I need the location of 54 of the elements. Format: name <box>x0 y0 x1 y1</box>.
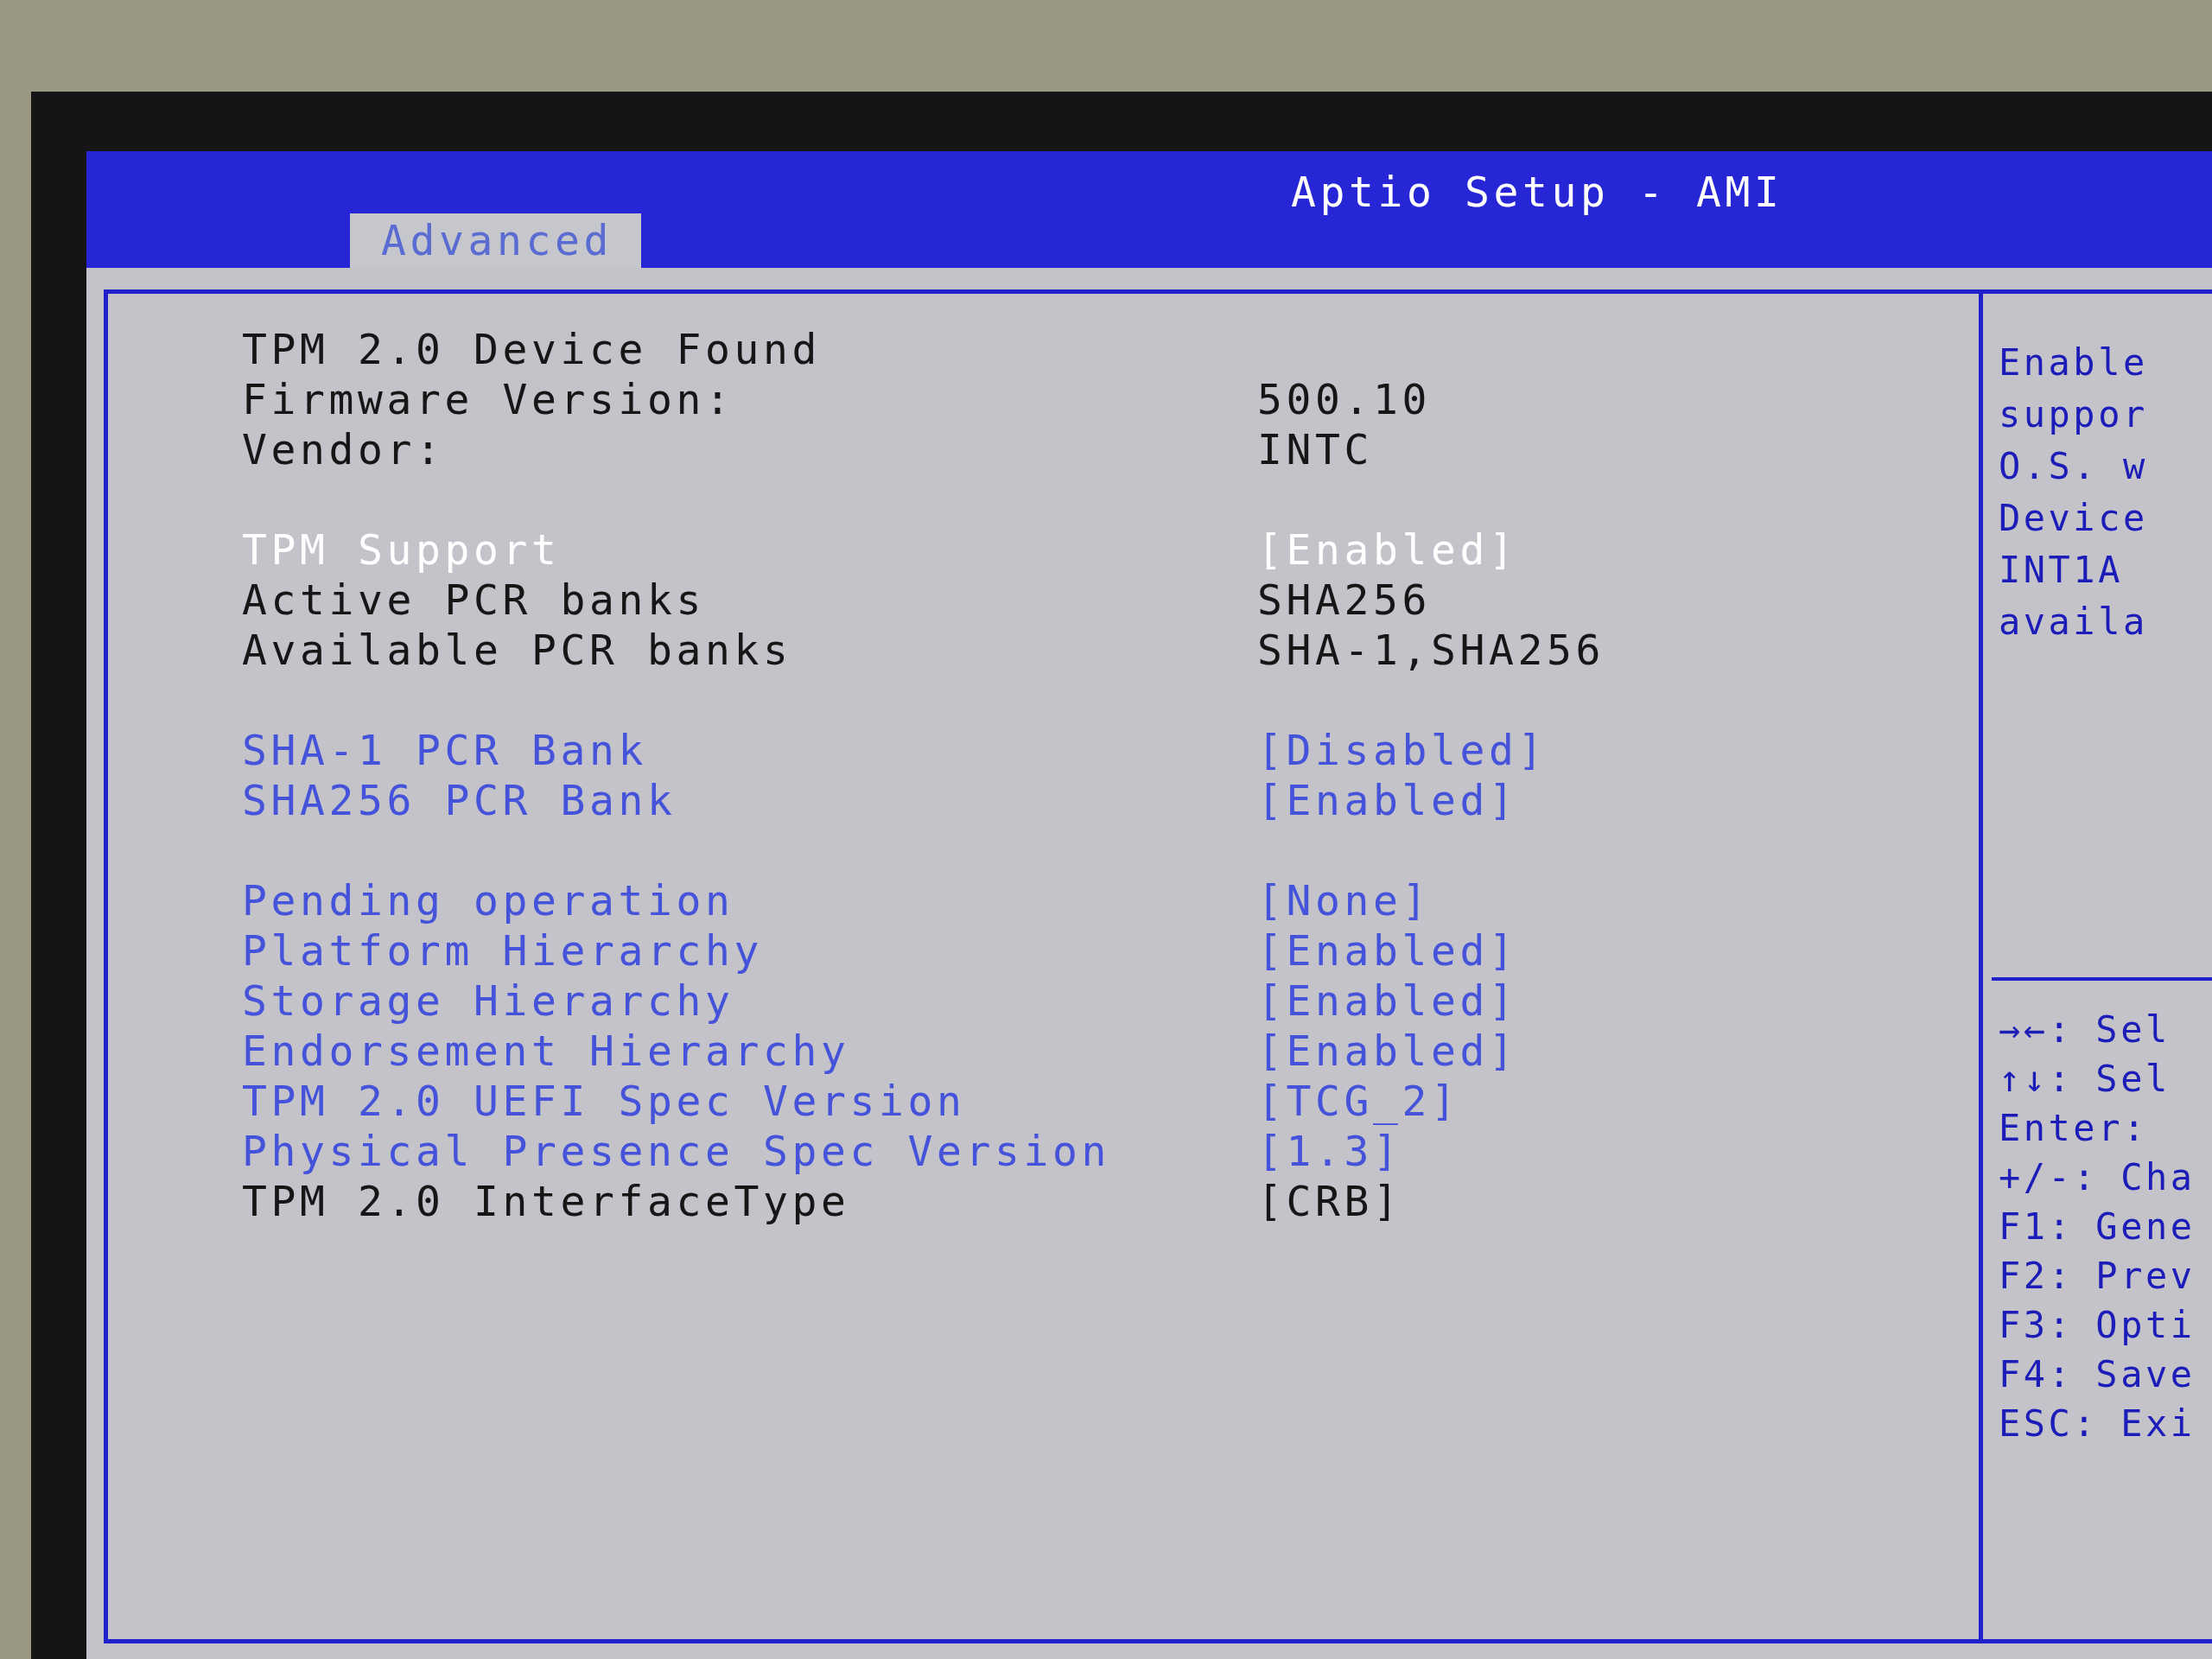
key-label: ↑↓: <box>1999 1057 2074 1102</box>
setting-value[interactable]: [Enabled] <box>1257 976 1518 1026</box>
menu-tab[interactable]: Advanced <box>350 213 641 268</box>
setting-label: Vendor: <box>242 424 445 474</box>
setting-value[interactable]: [Disabled] <box>1257 725 1547 775</box>
help-text-line: INT1A <box>1999 548 2123 593</box>
setting-label: Available PCR banks <box>242 625 792 675</box>
key-label: F1: <box>1999 1205 2074 1249</box>
help-text-line: Device <box>1999 496 2148 541</box>
help-text-line: O.S. w <box>1999 444 2148 489</box>
setting-label: TPM 2.0 InterfaceType <box>242 1176 850 1226</box>
setting-value: 500.10 <box>1257 374 1431 424</box>
setting-value[interactable]: [Enabled] <box>1257 775 1518 825</box>
key-action: Gene <box>2095 1205 2196 1249</box>
setting-value[interactable]: [1.3] <box>1257 1126 1402 1176</box>
setting-label[interactable]: Endorsement Hierarchy <box>242 1026 850 1076</box>
key-label: ESC: <box>1999 1402 2099 1446</box>
key-action: Save <box>2095 1352 2196 1397</box>
key-action: Prev <box>2095 1254 2196 1299</box>
setting-value: INTC <box>1257 424 1373 474</box>
setting-value[interactable]: [TCG_2] <box>1257 1076 1460 1126</box>
help-text-line: Enable <box>1999 340 2148 385</box>
setting-label: Active PCR banks <box>242 575 705 625</box>
help-text-line: suppor <box>1999 392 2148 437</box>
setting-label[interactable]: Physical Presence Spec Version <box>242 1126 1110 1176</box>
key-label: F4: <box>1999 1352 2074 1397</box>
setting-label: Firmware Version: <box>242 374 734 424</box>
setting-label: TPM 2.0 Device Found <box>242 324 821 374</box>
setting-label[interactable]: Storage Hierarchy <box>242 976 734 1026</box>
setting-label[interactable]: TPM 2.0 UEFI Spec Version <box>242 1076 966 1126</box>
setting-value[interactable]: [Enabled] <box>1257 925 1518 976</box>
key-action: Cha <box>2120 1155 2196 1200</box>
setting-value: SHA-1,SHA256 <box>1257 625 1605 675</box>
key-label: →←: <box>1999 1007 2074 1052</box>
setting-value[interactable]: [Enabled] <box>1257 1026 1518 1076</box>
setting-value[interactable]: [Enabled] <box>1257 524 1518 575</box>
key-label: +/-: <box>1999 1155 2099 1200</box>
setting-label[interactable]: SHA-1 PCR Bank <box>242 725 647 775</box>
setting-label[interactable]: Platform Hierarchy <box>242 925 763 976</box>
key-action: Exi <box>2120 1402 2196 1446</box>
setting-label[interactable]: Pending operation <box>242 875 734 925</box>
key-label: Enter: <box>1999 1106 2148 1151</box>
key-label: F2: <box>1999 1254 2074 1299</box>
setting-value[interactable]: [None] <box>1257 875 1431 925</box>
key-action: Opti <box>2095 1303 2196 1348</box>
setting-label[interactable]: TPM Support <box>242 524 561 575</box>
setup-title: Aptio Setup - AMI <box>1291 170 1783 213</box>
key-action: Sel <box>2095 1057 2171 1102</box>
setting-label[interactable]: SHA256 PCR Bank <box>242 775 677 825</box>
key-action: Sel <box>2095 1007 2171 1052</box>
setting-value: SHA256 <box>1257 575 1431 625</box>
setting-value: [CRB] <box>1257 1176 1402 1226</box>
help-text-line: availa <box>1999 600 2148 645</box>
key-label: F3: <box>1999 1303 2074 1348</box>
